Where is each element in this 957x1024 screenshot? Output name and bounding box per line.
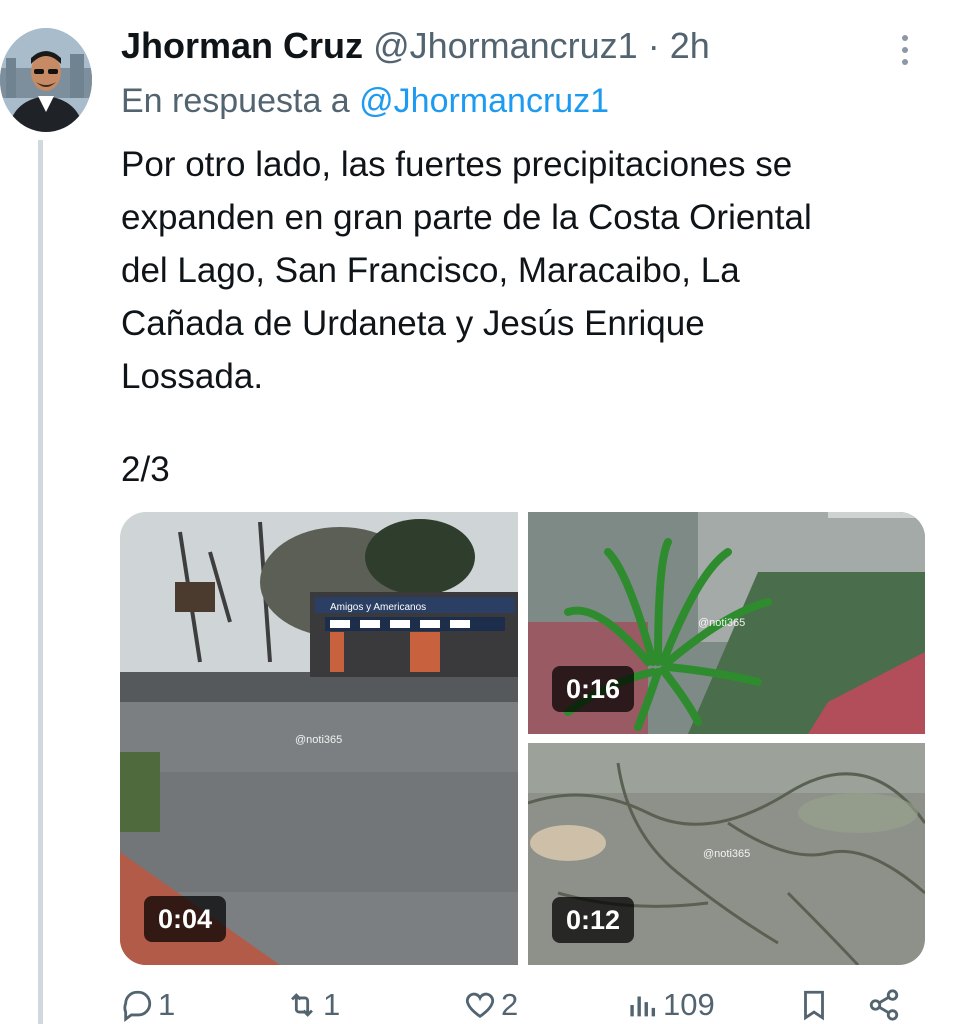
views-icon	[630, 996, 656, 1017]
reply-button[interactable]: 1	[120, 986, 175, 1024]
video-thumbnail-cracked-pavement[interactable]: @noti365 0:12	[528, 743, 925, 965]
reply-mention-link[interactable]: @Jhormancruz1	[359, 82, 609, 120]
user-handle[interactable]: @Jhormancruz1	[373, 25, 638, 66]
store-sign-text: Amigos y Americanos	[330, 602, 426, 613]
reply-count: 1	[158, 987, 176, 1022]
share-button[interactable]	[867, 986, 901, 1024]
reply-icon	[123, 990, 152, 1022]
video-duration-badge: 0:16	[552, 666, 635, 712]
thread-line	[38, 140, 43, 1024]
repost-icon	[291, 993, 313, 1017]
thread-counter: 2/3	[121, 450, 170, 489]
video-watermark: @noti365	[703, 848, 751, 860]
repost-button[interactable]: 1	[285, 986, 340, 1024]
like-count: 2	[501, 987, 519, 1022]
avatar-photo	[0, 28, 92, 132]
video-thumbnail-street-flooding[interactable]: Amigos y Americanos @noti365 0:04	[120, 512, 518, 965]
reply-context: En respuesta a @Jhormancruz1	[121, 80, 609, 122]
tweet-text: Por otro lado, las fuertes precipitacion…	[121, 145, 812, 396]
video-thumbnail-plant-rain[interactable]: @noti365 0:16	[528, 512, 925, 734]
reply-prefix: En respuesta a	[121, 82, 350, 120]
like-icon	[465, 992, 495, 1019]
video-duration-badge: 0:04	[144, 896, 227, 942]
video-watermark: @noti365	[698, 617, 746, 629]
views-button[interactable]: 109	[625, 986, 715, 1024]
video-duration-badge: 0:12	[552, 897, 635, 943]
display-name[interactable]: Jhorman Cruz	[121, 25, 363, 66]
more-options-icon[interactable]	[890, 30, 920, 70]
video-watermark: @noti365	[295, 734, 343, 746]
tweet-header: Jhorman Cruz @Jhormancruz1 · 2h	[121, 24, 710, 68]
bookmark-button[interactable]	[797, 986, 831, 1024]
media-grid: Amigos y Americanos @noti365 0:04 @noti3…	[120, 512, 925, 965]
share-icon	[869, 989, 899, 1021]
like-button[interactable]: 2	[463, 986, 518, 1024]
bookmark-icon	[804, 990, 824, 1021]
separator-dot: ·	[647, 25, 660, 66]
views-count: 109	[663, 987, 715, 1022]
timestamp[interactable]: 2h	[670, 25, 710, 66]
avatar[interactable]	[0, 28, 92, 132]
tweet-actions: 1 1 2 109	[115, 986, 935, 1024]
repost-count: 1	[323, 987, 341, 1022]
